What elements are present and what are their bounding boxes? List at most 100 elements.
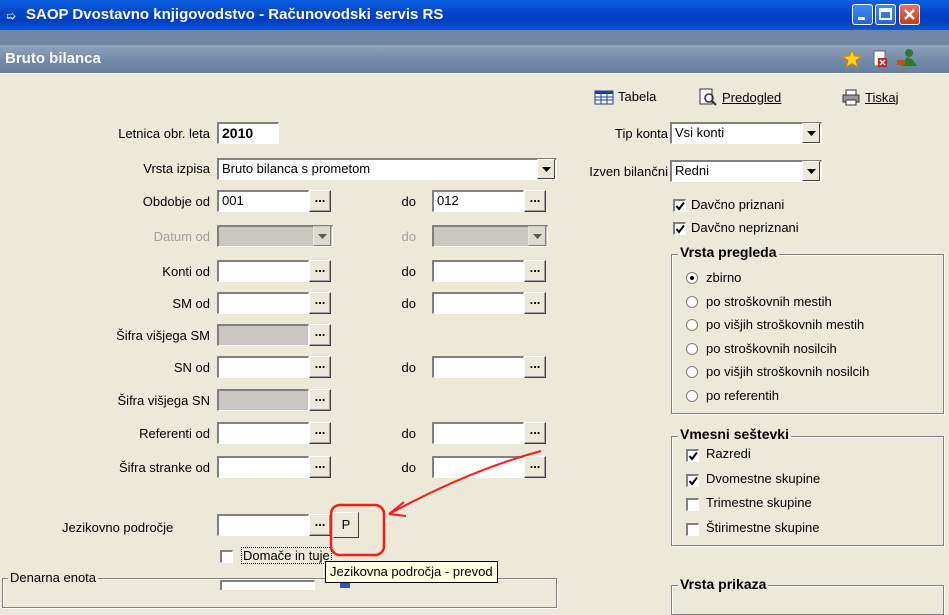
vrsta-izpisa-select[interactable]: Bruto bilanca s prometom <box>217 158 557 180</box>
minimize-button[interactable] <box>852 4 873 25</box>
predogled-button[interactable]: Predogled <box>698 88 781 110</box>
izven-bilancni-dropdown-button[interactable] <box>802 161 820 181</box>
datum-od-label: Datum od <box>153 229 210 244</box>
sn-do-input[interactable] <box>432 356 524 378</box>
obdobje-do-label: do <box>401 194 416 209</box>
close-button[interactable] <box>899 4 920 25</box>
sifra-visjega-sm-input <box>217 324 309 346</box>
davcno-nepriznani-checkbox[interactable] <box>673 222 686 235</box>
tabela-button[interactable]: Tabela <box>594 88 656 110</box>
konti-od-lookup-button[interactable]: ... <box>309 260 331 282</box>
domace-checkbox[interactable] <box>220 550 233 563</box>
sifra-stranke-do-label: do <box>401 460 416 475</box>
document-delete-icon[interactable] <box>871 50 889 71</box>
vmesni-checkbox-2[interactable] <box>686 498 699 511</box>
tip-konta-dropdown-button[interactable] <box>802 123 820 143</box>
sifra-stranke-do-input[interactable] <box>432 456 524 478</box>
star-icon[interactable] <box>841 48 863 72</box>
jezikovno-input[interactable] <box>217 514 309 536</box>
denarna-enota-input[interactable] <box>220 580 315 590</box>
vrsta-pregleda-option-label: po stroškovnih nosilcih <box>706 341 837 356</box>
vrsta-pregleda-radio-3[interactable] <box>686 343 698 355</box>
sm-od-input[interactable] <box>217 292 309 314</box>
vrsta-pregleda-radio-4[interactable] <box>686 366 698 378</box>
jezikovno-lookup-button[interactable]: ... <box>309 514 331 536</box>
vmesni-option-label: Trimestne skupine <box>706 495 812 510</box>
obdobje-do-input[interactable]: 012 <box>432 190 524 212</box>
predogled-label: Predogled <box>722 89 782 105</box>
datum-do-label: do <box>401 229 416 244</box>
letnica-input[interactable]: 2010 <box>217 122 279 144</box>
jezikovno-prevod-button[interactable]: P <box>333 512 359 538</box>
sm-do-label: do <box>401 296 416 311</box>
vrsta-pregleda-option-label: po višjih stroškovnih mestih <box>706 317 865 332</box>
form-header: Bruto bilanca <box>0 45 949 73</box>
sn-do-label: do <box>401 360 416 375</box>
referenti-od-lookup-button[interactable]: ... <box>309 422 331 444</box>
table-icon <box>594 90 614 105</box>
vrsta-pregleda-radio-2[interactable] <box>686 319 698 331</box>
obdobje-od-lookup-button[interactable]: ... <box>309 190 331 212</box>
printer-icon <box>842 89 860 106</box>
referenti-od-label: Referenti od <box>139 426 210 441</box>
vrsta-prikaza-title: Vrsta prikaza <box>678 576 769 592</box>
sn-od-lookup-button[interactable]: ... <box>309 356 331 378</box>
window-title: SAOP Dvostavno knjigovodstvo - Računovod… <box>26 6 444 23</box>
tabela-label: Tabela <box>618 89 657 105</box>
app-icon: ➯ <box>6 9 17 23</box>
maximize-button[interactable] <box>875 4 896 25</box>
konti-do-input[interactable] <box>432 260 524 282</box>
sifra-visjega-sn-input <box>217 389 309 411</box>
vmesni-option-label: Štirimestne skupine <box>706 520 820 535</box>
obdobje-do-lookup-button[interactable]: ... <box>524 190 546 212</box>
referenti-do-lookup-button[interactable]: ... <box>524 422 546 444</box>
referenti-od-input[interactable] <box>217 422 309 444</box>
tiskaj-label: Tiskaj <box>865 89 899 105</box>
sifra-stranke-od-lookup-button[interactable]: ... <box>309 456 331 478</box>
obdobje-od-label: Obdobje od <box>142 194 210 209</box>
davcno-nepriznani-label: Davčno nepriznani <box>691 220 799 235</box>
sn-do-lookup-button[interactable]: ... <box>524 356 546 378</box>
vrsta-pregleda-option-label: po stroškovnih mestih <box>706 294 832 309</box>
izven-bilancni-select[interactable]: Redni <box>670 160 822 182</box>
tip-konta-label: Tip konta <box>615 126 668 141</box>
sifra-stranke-od-input[interactable] <box>217 456 309 478</box>
davcno-priznani-label: Davčno priznani <box>691 197 785 212</box>
vrsta-pregleda-radio-5[interactable] <box>686 390 698 402</box>
izven-bilancni-label: Izven bilančni <box>589 164 668 179</box>
annotation-arrow-head <box>388 501 407 517</box>
sm-od-lookup-button[interactable]: ... <box>309 292 331 314</box>
vmesni-checkbox-3[interactable] <box>686 523 699 536</box>
sn-od-label: SN od <box>173 360 210 375</box>
vrsta-pregleda-option-label: po referentih <box>706 388 779 403</box>
tiskaj-button[interactable]: Tiskaj <box>841 88 898 110</box>
vrsta-pregleda-option-label: zbirno <box>706 270 742 285</box>
vmesni-sestevki-title: Vmesni seštevki <box>678 426 791 442</box>
sifra-visjega-sn-lookup-button[interactable]: ... <box>309 389 331 411</box>
sifra-stranke-do-lookup-button[interactable]: ... <box>524 456 546 478</box>
sifra-visjega-sm-lookup-button[interactable]: ... <box>309 324 331 346</box>
vmesni-checkbox-1[interactable] <box>686 474 699 487</box>
vrsta-izpisa-dropdown-button[interactable] <box>537 159 555 179</box>
vmesni-option-label: Razredi <box>706 446 751 461</box>
konti-od-label: Konti od <box>162 264 210 279</box>
tip-konta-select[interactable]: Vsi konti <box>670 122 822 144</box>
davcno-priznani-checkbox[interactable] <box>673 199 686 212</box>
letnica-label: Letnica obr. leta <box>118 126 210 141</box>
vmesni-option-label: Dvomestne skupine <box>706 471 821 486</box>
preview-icon <box>699 88 717 106</box>
vrsta-pregleda-radio-0[interactable] <box>686 272 698 284</box>
denarna-enota-label: Denarna enota <box>8 570 99 585</box>
vmesni-checkbox-0[interactable] <box>686 449 699 462</box>
konti-od-input[interactable] <box>217 260 309 282</box>
obdobje-od-input[interactable]: 001 <box>217 190 309 212</box>
konti-do-lookup-button[interactable]: ... <box>524 260 546 282</box>
exit-person-icon[interactable] <box>895 48 919 71</box>
referenti-do-input[interactable] <box>432 422 524 444</box>
sm-do-lookup-button[interactable]: ... <box>524 292 546 314</box>
sm-do-input[interactable] <box>432 292 524 314</box>
title-bar[interactable]: ➯ SAOP Dvostavno knjigovodstvo - Računov… <box>0 0 949 30</box>
vrsta-pregleda-radio-1[interactable] <box>686 296 698 308</box>
divider <box>0 73 949 74</box>
sn-od-input[interactable] <box>217 356 309 378</box>
